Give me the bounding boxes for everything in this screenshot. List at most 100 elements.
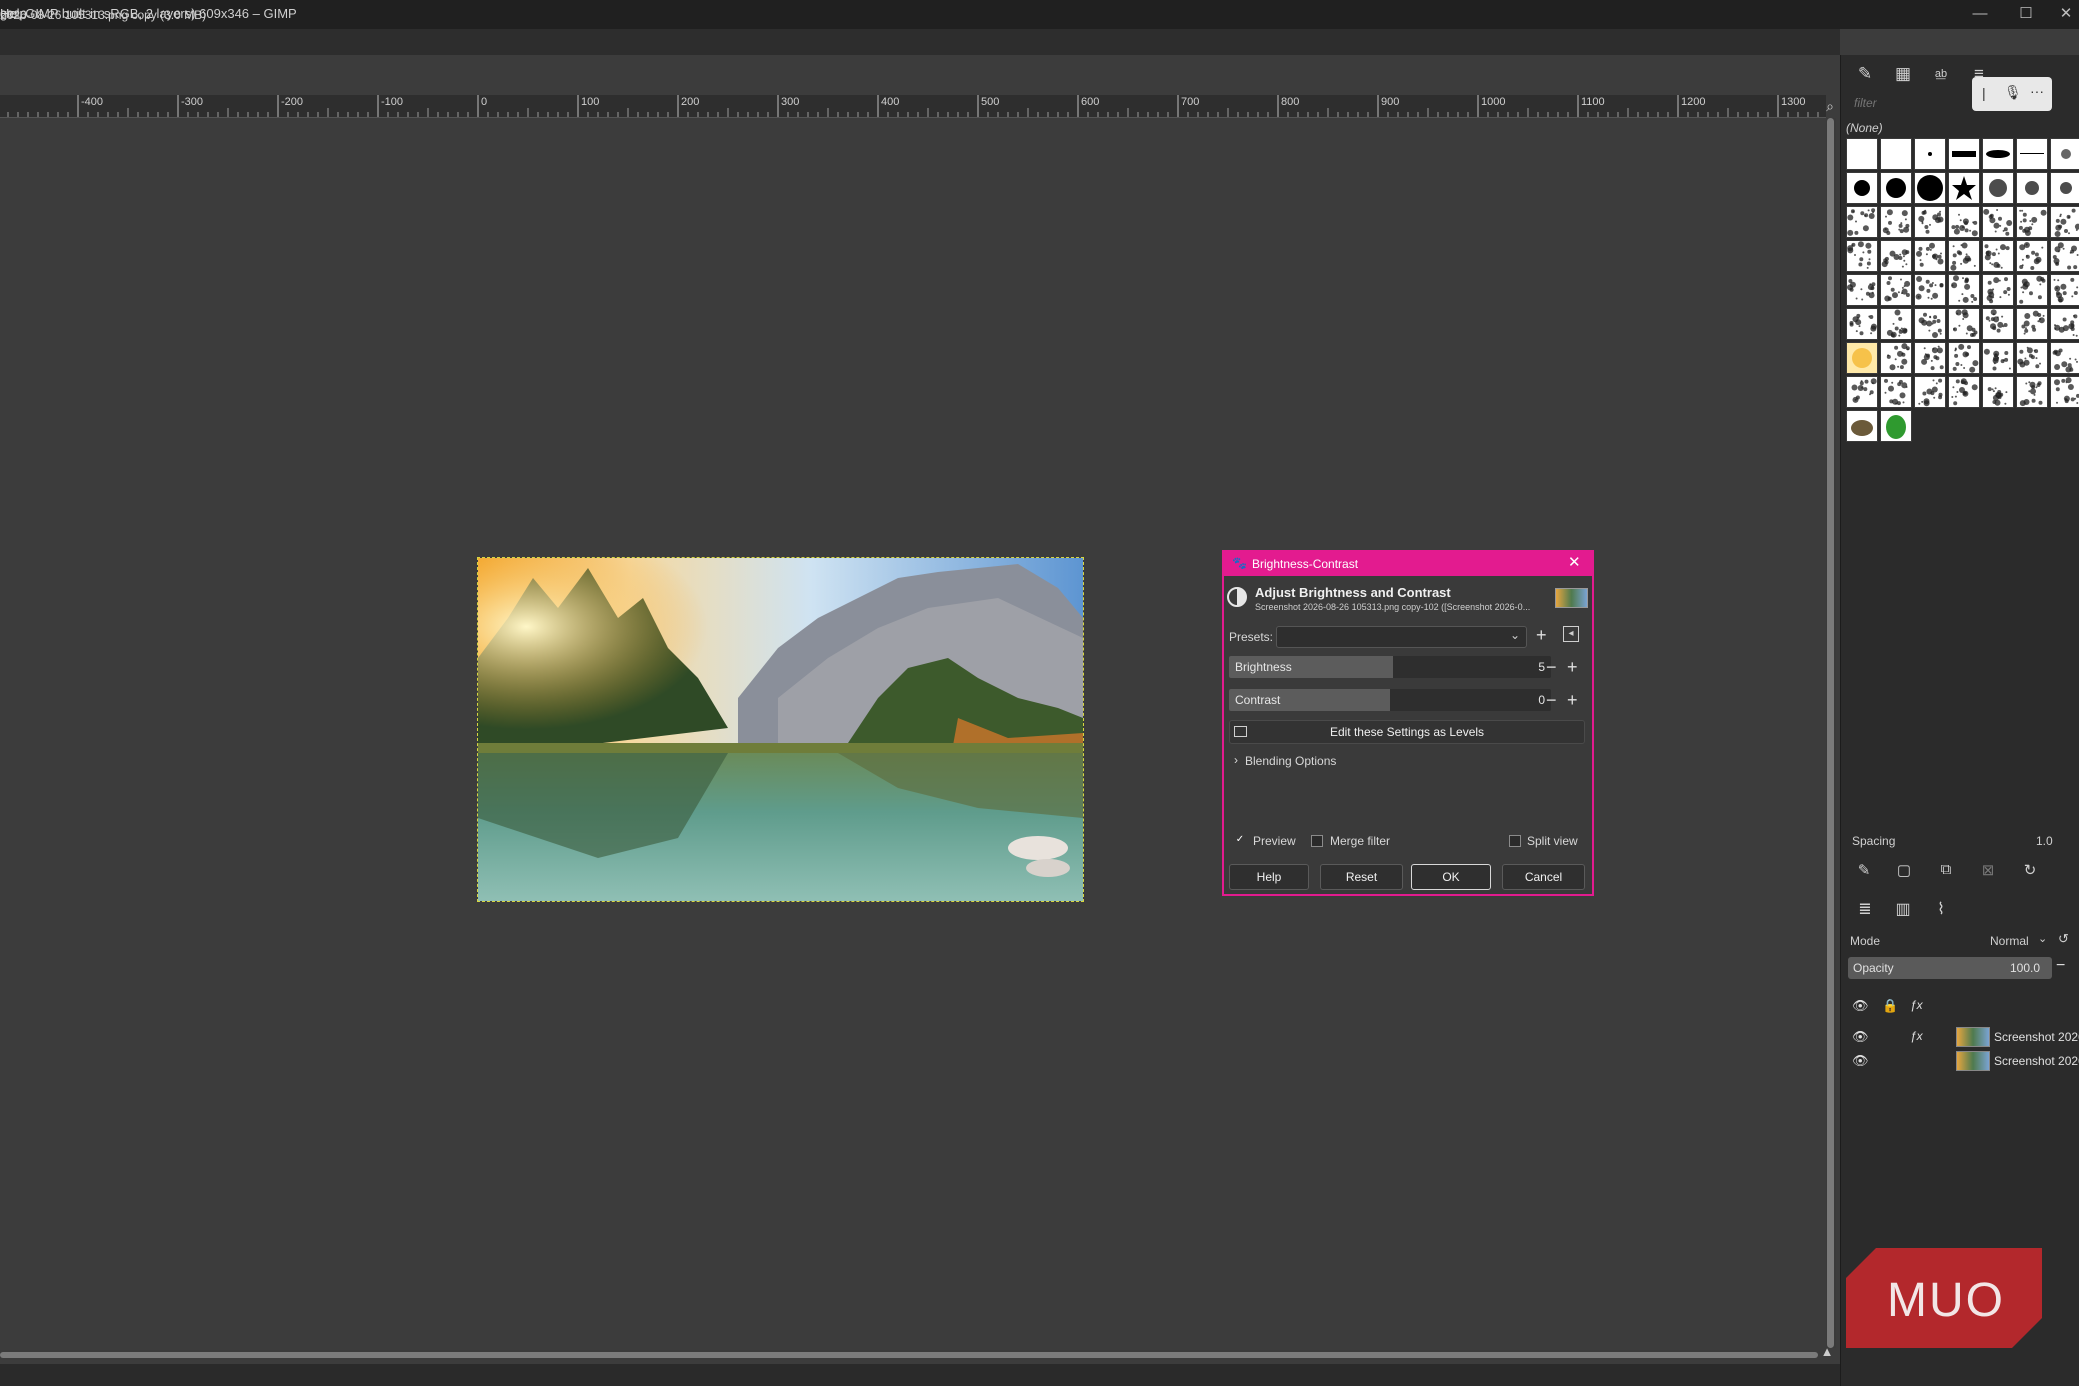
- mode-select[interactable]: Normal: [1990, 934, 2029, 948]
- brush-item[interactable]: [1880, 172, 1912, 204]
- brush-item[interactable]: [2016, 342, 2048, 374]
- brush-item[interactable]: [2050, 274, 2079, 306]
- brush-item[interactable]: [2050, 376, 2079, 408]
- brush-item[interactable]: [1846, 138, 1878, 170]
- delete-brush-icon[interactable]: ⊠: [1975, 861, 2001, 883]
- brush-item[interactable]: [2016, 376, 2048, 408]
- layer-row[interactable]: 👁 Screenshot 2026: [1846, 1050, 2079, 1073]
- reset-mode-icon[interactable]: ↺: [2058, 931, 2069, 947]
- effects-header-fx-icon[interactable]: ƒx: [1910, 998, 1923, 1012]
- brush-item[interactable]: [1914, 240, 1946, 272]
- close-icon[interactable]: ✕: [1568, 553, 1581, 571]
- brush-item[interactable]: [2016, 240, 2048, 272]
- horizontal-scroll-thumb[interactable]: [0, 1352, 1818, 1358]
- paths-tab-icon[interactable]: ⌇: [1926, 896, 1956, 924]
- zoom-icon[interactable]: ⌕: [1820, 95, 1840, 117]
- brush-item[interactable]: [1914, 342, 1946, 374]
- layers-tab-icon[interactable]: ≣: [1850, 896, 1880, 924]
- brush-item[interactable]: [2050, 240, 2079, 272]
- more-icon[interactable]: ···: [2030, 83, 2044, 99]
- brush-item[interactable]: [1880, 376, 1912, 408]
- brush-item[interactable]: [2016, 206, 2048, 238]
- brush-item[interactable]: [1982, 206, 2014, 238]
- vertical-scroll-thumb[interactable]: [1827, 118, 1834, 1348]
- brush-item[interactable]: [2050, 138, 2079, 170]
- brush-item[interactable]: [1948, 274, 1980, 306]
- layer-fx-icon[interactable]: ƒx: [1910, 1029, 1923, 1043]
- layer-name[interactable]: Screenshot 2026: [1994, 1030, 2079, 1044]
- refresh-brushes-icon[interactable]: ↻: [2017, 861, 2043, 883]
- layer-visibility-eye-icon[interactable]: 👁: [1852, 1053, 1869, 1069]
- brush-item[interactable]: [1846, 410, 1878, 442]
- new-brush-icon[interactable]: ▢: [1891, 861, 1917, 883]
- layer-visibility-eye-icon[interactable]: 👁: [1852, 1029, 1869, 1045]
- brush-item[interactable]: [2050, 342, 2079, 374]
- brush-item[interactable]: [1914, 376, 1946, 408]
- brush-item[interactable]: [1914, 172, 1946, 204]
- preset-menu-icon[interactable]: ◂: [1563, 626, 1579, 642]
- brush-item[interactable]: [1880, 138, 1912, 170]
- brush-item[interactable]: [2050, 172, 2079, 204]
- contrast-value[interactable]: 0: [1538, 693, 1545, 707]
- minimize-button[interactable]: —: [1962, 2, 1998, 26]
- brush-item[interactable]: [1846, 342, 1878, 374]
- brush-item[interactable]: [1914, 138, 1946, 170]
- channels-tab-icon[interactable]: ▥: [1888, 896, 1918, 924]
- horizontal-ruler[interactable]: -400 -300 -200 -100 0 100 200 300 400 500 600 700 80…: [0, 95, 1826, 118]
- image-canvas[interactable]: [477, 557, 1084, 902]
- fonts-tab-icon[interactable]: a͟b: [1926, 59, 1956, 89]
- contrast-decrease-icon[interactable]: −: [1546, 691, 1557, 709]
- brush-item[interactable]: [1982, 138, 2014, 170]
- brush-item[interactable]: [2050, 308, 2079, 340]
- brush-item[interactable]: [1846, 376, 1878, 408]
- brush-item[interactable]: [1948, 308, 1980, 340]
- pen-icon[interactable]: |: [1982, 85, 1986, 101]
- spacing-value[interactable]: 1.0: [2036, 834, 2053, 848]
- chevron-down-icon[interactable]: ⌄: [2038, 932, 2047, 945]
- layer-row[interactable]: 👁 ƒx Screenshot 2026: [1846, 1026, 2079, 1049]
- maximize-button[interactable]: ☐: [2008, 2, 2044, 26]
- merge-filter-checkbox[interactable]: [1311, 835, 1323, 847]
- lock-icon[interactable]: 🔒: [1882, 998, 1898, 1014]
- contrast-slider[interactable]: Contrast 0: [1229, 689, 1551, 711]
- opacity-decrease-icon[interactable]: −: [2056, 957, 2065, 975]
- brush-item[interactable]: [2050, 206, 2079, 238]
- edit-brush-icon[interactable]: ✎: [1851, 861, 1877, 883]
- brush-item[interactable]: [1880, 206, 1912, 238]
- chevron-right-icon[interactable]: ›: [1234, 753, 1238, 767]
- brush-item[interactable]: [1914, 206, 1946, 238]
- brushes-tab-icon[interactable]: ✎: [1850, 59, 1880, 89]
- visibility-header-eye-icon[interactable]: 👁: [1852, 998, 1869, 1014]
- reset-button[interactable]: Reset: [1320, 864, 1403, 890]
- layer-name[interactable]: Screenshot 2026: [1994, 1054, 2079, 1068]
- preview-checkbox[interactable]: ✓: [1234, 835, 1246, 847]
- brush-item[interactable]: [1880, 342, 1912, 374]
- brightness-slider[interactable]: Brightness 5: [1229, 656, 1551, 678]
- blending-options-expander[interactable]: Blending Options: [1245, 754, 1336, 768]
- brush-item[interactable]: [1948, 342, 1980, 374]
- brush-item[interactable]: [1846, 206, 1878, 238]
- cancel-button[interactable]: Cancel: [1502, 864, 1585, 890]
- close-window-button[interactable]: ✕: [2048, 2, 2079, 26]
- patterns-tab-icon[interactable]: ▦: [1888, 59, 1918, 89]
- brush-item[interactable]: [1914, 308, 1946, 340]
- brush-item[interactable]: [1846, 240, 1878, 272]
- split-view-checkbox[interactable]: [1509, 835, 1521, 847]
- brush-item[interactable]: [1880, 274, 1912, 306]
- navigate-icon[interactable]: ▲: [1820, 1344, 1834, 1360]
- help-button[interactable]: Help: [1229, 864, 1309, 890]
- brush-item[interactable]: [1914, 274, 1946, 306]
- brush-item[interactable]: [1880, 308, 1912, 340]
- brush-item[interactable]: [1880, 240, 1912, 272]
- brush-item[interactable]: [1948, 206, 1980, 238]
- presets-dropdown[interactable]: [1276, 626, 1527, 648]
- brush-item[interactable]: [2016, 274, 2048, 306]
- brightness-decrease-icon[interactable]: −: [1546, 658, 1557, 676]
- contrast-increase-icon[interactable]: +: [1567, 691, 1578, 709]
- brush-item[interactable]: [1846, 274, 1878, 306]
- microphone-icon[interactable]: 🎙: [2004, 84, 2022, 101]
- brush-item[interactable]: [1982, 274, 2014, 306]
- duplicate-brush-icon[interactable]: ⧉: [1933, 861, 1959, 883]
- brush-item[interactable]: [1982, 376, 2014, 408]
- brightness-increase-icon[interactable]: +: [1567, 658, 1578, 676]
